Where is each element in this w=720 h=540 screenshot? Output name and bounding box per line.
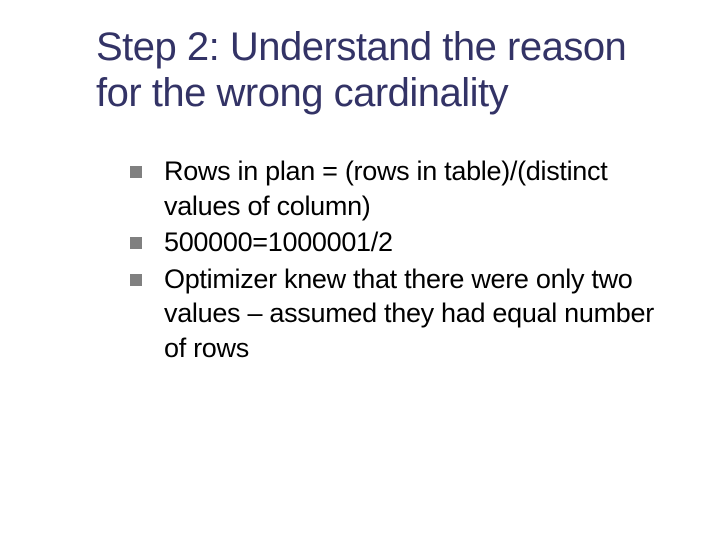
bullet-text: 500000=1000001/2 <box>164 225 393 260</box>
list-item: Rows in plan = (rows in table)/(distinct… <box>130 154 660 223</box>
square-bullet-icon <box>130 166 142 178</box>
bullet-list: Rows in plan = (rows in table)/(distinct… <box>0 154 720 365</box>
square-bullet-icon <box>130 274 142 286</box>
slide-title: Step 2: Understand the reason for the wr… <box>0 24 720 116</box>
square-bullet-icon <box>130 237 142 249</box>
bullet-text: Optimizer knew that there were only two … <box>164 262 660 366</box>
list-item: Optimizer knew that there were only two … <box>130 262 660 366</box>
list-item: 500000=1000001/2 <box>130 225 660 260</box>
bullet-text: Rows in plan = (rows in table)/(distinct… <box>164 154 660 223</box>
slide-container: Step 2: Understand the reason for the wr… <box>0 0 720 540</box>
